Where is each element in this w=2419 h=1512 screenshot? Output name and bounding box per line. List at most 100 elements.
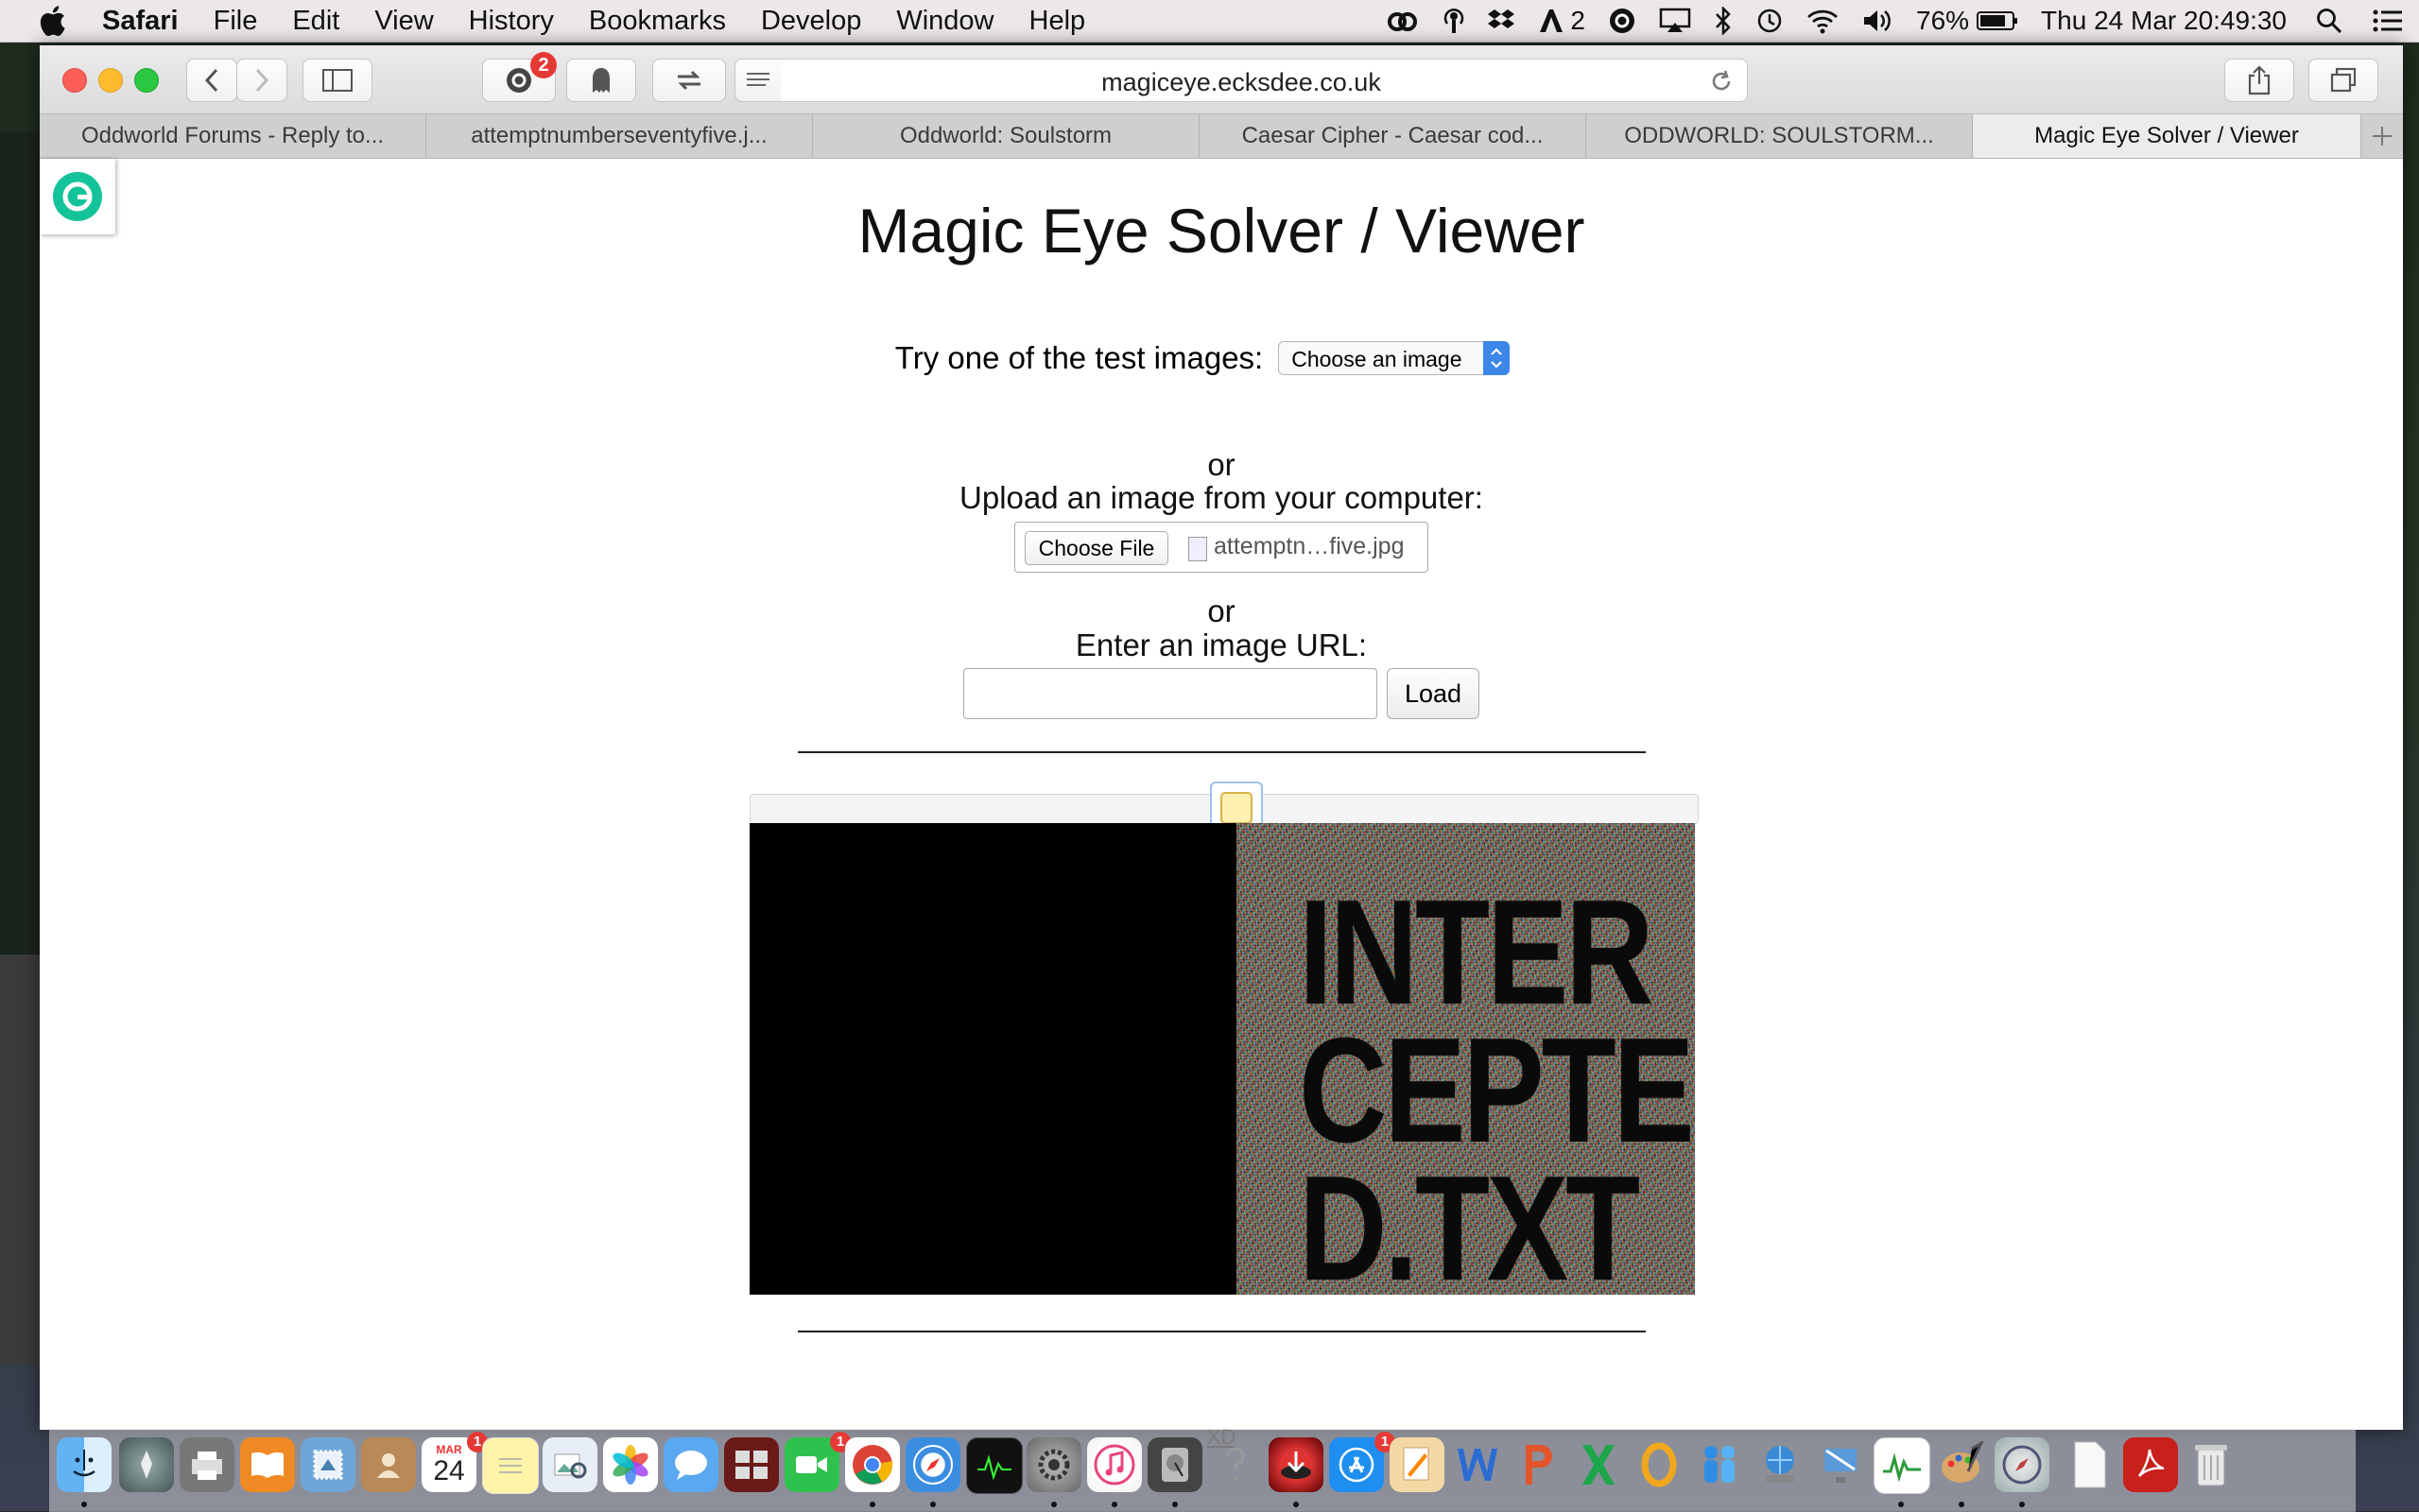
photo-booth-icon[interactable] bbox=[724, 1437, 779, 1492]
volume-icon[interactable] bbox=[1861, 8, 1893, 34]
menu-bookmarks[interactable]: Bookmarks bbox=[589, 6, 726, 37]
tab-caesar-cipher[interactable]: Caesar Cipher - Caesar cod... bbox=[1200, 114, 1586, 158]
airplay-icon[interactable] bbox=[1659, 8, 1691, 34]
safari-window: 2 magiceye.ecksdee.co.uk Oddworld Forums… bbox=[40, 45, 2403, 1449]
messages-icon[interactable] bbox=[664, 1437, 718, 1492]
notes-icon[interactable] bbox=[482, 1437, 539, 1494]
desktop-window-edge-lower bbox=[0, 954, 40, 1366]
activity-monitor-icon[interactable] bbox=[966, 1437, 1023, 1494]
paintbrush-icon[interactable] bbox=[1934, 1437, 1989, 1492]
address-bar[interactable]: magiceye.ecksdee.co.uk bbox=[734, 59, 1748, 102]
notification-center-icon[interactable] bbox=[2372, 8, 2404, 34]
microsoft-outlook-icon[interactable] bbox=[1632, 1437, 1686, 1492]
adobe-updates-icon[interactable]: 2 bbox=[1538, 6, 1585, 36]
minimize-window-button[interactable] bbox=[98, 68, 123, 93]
menu-edit[interactable]: Edit bbox=[292, 6, 339, 37]
tab-attempt-image[interactable]: attemptnumberseventyfive.j... bbox=[426, 114, 813, 158]
network-globe-icon[interactable] bbox=[1753, 1437, 1807, 1492]
microsoft-excel-icon[interactable] bbox=[1571, 1437, 1626, 1492]
time-machine-icon[interactable] bbox=[1755, 7, 1784, 35]
reload-icon[interactable] bbox=[1709, 69, 1734, 94]
printer-icon[interactable] bbox=[180, 1437, 234, 1492]
bluetooth-icon[interactable] bbox=[1714, 7, 1733, 35]
file-upload-field[interactable]: Choose File attemptn…five.jpg bbox=[1014, 522, 1428, 573]
hotspot-icon[interactable] bbox=[1443, 7, 1464, 35]
preview-icon[interactable] bbox=[543, 1437, 597, 1492]
system-preferences-icon[interactable] bbox=[1027, 1437, 1081, 1492]
clock[interactable]: Thu 24 Mar 20:49:30 bbox=[2041, 6, 2287, 36]
mail-stamp-icon[interactable] bbox=[301, 1437, 355, 1492]
image-url-input[interactable] bbox=[963, 668, 1377, 719]
chevron-left-icon bbox=[204, 68, 218, 93]
downloader-icon[interactable] bbox=[1269, 1437, 1323, 1492]
menu-app-safari[interactable]: Safari bbox=[102, 6, 179, 37]
creative-cloud-icon[interactable] bbox=[1385, 8, 1421, 34]
adobe-updates-count: 2 bbox=[1570, 6, 1585, 35]
dock: MAR 24 1 1 1 bbox=[49, 1429, 2356, 1512]
itunes-icon[interactable] bbox=[1087, 1437, 1142, 1492]
safari-running-indicator bbox=[930, 1502, 936, 1507]
microsoft-powerpoint-icon[interactable] bbox=[1511, 1437, 1565, 1492]
reader-icon bbox=[747, 73, 769, 86]
spotlight-search-icon[interactable] bbox=[2315, 7, 2343, 35]
disk-utility-icon[interactable] bbox=[1148, 1437, 1202, 1492]
choose-file-button[interactable]: Choose File bbox=[1025, 531, 1168, 565]
menu-window[interactable]: Window bbox=[896, 6, 994, 37]
safari-icon[interactable] bbox=[906, 1437, 960, 1492]
sidebar-toggle-button[interactable] bbox=[302, 59, 372, 102]
dropbox-icon[interactable] bbox=[1487, 8, 1515, 34]
test-image-select[interactable]: Choose an image bbox=[1278, 341, 1511, 375]
pages-icon[interactable] bbox=[1390, 1437, 1444, 1492]
itunes-running-indicator bbox=[1112, 1502, 1117, 1507]
close-window-button[interactable] bbox=[62, 68, 87, 93]
tab-oddworld-forums[interactable]: Oddworld Forums - Reply to... bbox=[40, 114, 426, 158]
contacts-icon[interactable] bbox=[361, 1437, 416, 1492]
forward-button[interactable] bbox=[236, 59, 287, 102]
grammarly-status-icon[interactable] bbox=[1608, 7, 1636, 35]
wifi-icon[interactable] bbox=[1806, 8, 1839, 34]
menu-history[interactable]: History bbox=[469, 6, 554, 37]
menu-view[interactable]: View bbox=[374, 6, 433, 37]
menu-develop[interactable]: Develop bbox=[761, 6, 861, 37]
remote-desktop-icon[interactable] bbox=[1813, 1437, 1868, 1492]
load-button[interactable]: Load bbox=[1387, 668, 1479, 719]
help-question-icon[interactable] bbox=[1208, 1437, 1263, 1492]
safari-technology-icon[interactable] bbox=[1995, 1437, 2049, 1492]
ghostery-extension-button[interactable] bbox=[566, 59, 636, 102]
hidden-text-line-2: CEPTE bbox=[1299, 1007, 1695, 1174]
launchpad-icon[interactable] bbox=[119, 1437, 174, 1492]
menu-help[interactable]: Help bbox=[1029, 6, 1086, 37]
tab-oddworld-soulstorm[interactable]: Oddworld: Soulstorm bbox=[813, 114, 1200, 158]
ibooks-icon[interactable] bbox=[240, 1437, 295, 1492]
pdf-file-icon[interactable] bbox=[2123, 1437, 2178, 1492]
calendar-month: MAR bbox=[436, 1443, 462, 1456]
hidden-text-line-3: D.TXT bbox=[1299, 1145, 1640, 1295]
or-separator-2: or bbox=[1207, 593, 1235, 628]
reader-button[interactable] bbox=[734, 59, 781, 102]
back-button[interactable] bbox=[186, 59, 237, 102]
battery-percent[interactable]: 76% bbox=[1916, 6, 1969, 36]
document-file-icon[interactable] bbox=[2063, 1437, 2117, 1492]
share-button[interactable] bbox=[2224, 59, 2294, 102]
chrome-icon[interactable] bbox=[845, 1437, 900, 1492]
trash-icon[interactable] bbox=[2184, 1437, 2238, 1492]
activity-chart-icon[interactable] bbox=[1874, 1437, 1930, 1494]
tab-magic-eye[interactable]: Magic Eye Solver / Viewer bbox=[1973, 114, 2361, 158]
menu-file[interactable]: File bbox=[214, 6, 258, 37]
finder-icon[interactable] bbox=[57, 1437, 112, 1492]
finder-running-indicator bbox=[81, 1502, 87, 1507]
system-preferences-running-indicator bbox=[1051, 1502, 1057, 1507]
downloader-running-indicator bbox=[1293, 1502, 1299, 1507]
lync-icon[interactable] bbox=[1692, 1437, 1747, 1492]
fullscreen-window-button[interactable] bbox=[134, 68, 159, 93]
microsoft-word-icon[interactable] bbox=[1450, 1437, 1505, 1492]
status-menu-area: 2 76% Thu 24 Mar 20:49:30 bbox=[1362, 0, 2419, 42]
tab-oddworld-soulstorm-upper[interactable]: ODDWORLD: SOULSTORM... bbox=[1586, 114, 1973, 158]
switch-extension-button[interactable] bbox=[652, 59, 726, 102]
grammarly-extension-button[interactable]: 2 bbox=[482, 52, 557, 102]
new-tab-button[interactable] bbox=[2361, 114, 2403, 158]
battery-icon[interactable] bbox=[1977, 9, 2018, 32]
show-all-tabs-button[interactable] bbox=[2308, 59, 2378, 102]
photos-icon[interactable] bbox=[603, 1437, 658, 1492]
apple-icon[interactable] bbox=[38, 5, 66, 37]
